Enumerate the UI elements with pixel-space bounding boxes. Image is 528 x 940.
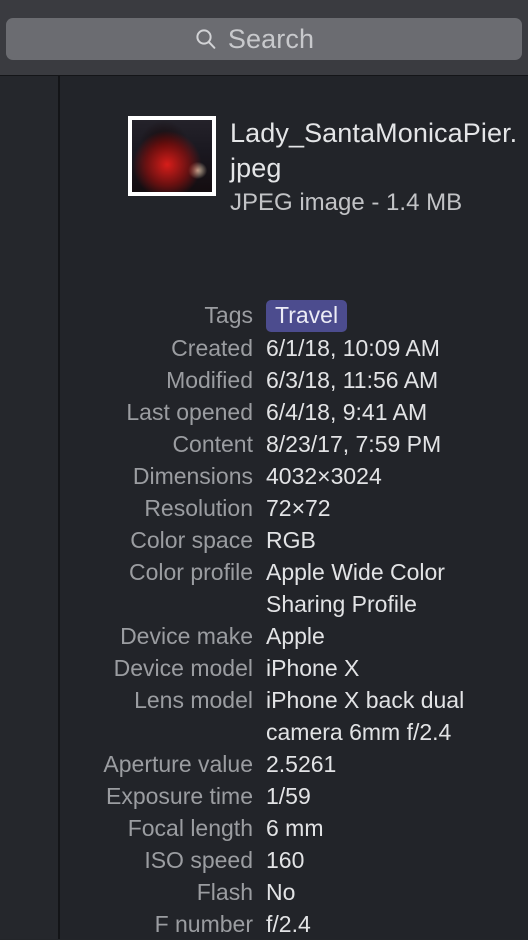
metadata-row: Modified 6/3/18, 11:56 AM bbox=[60, 364, 528, 396]
metadata-label: Exposure time bbox=[105, 783, 253, 809]
metadata-row: Exposure time 1/59 bbox=[60, 780, 528, 812]
metadata-row: Tags Travel bbox=[60, 298, 528, 332]
metadata-row: Color profile Apple Wide Color Sharing Pr… bbox=[60, 556, 528, 620]
metadata-label: Resolution bbox=[144, 495, 253, 521]
metadata-value: Apple bbox=[266, 623, 325, 649]
metadata-row: Resolution 72×72 bbox=[60, 492, 528, 524]
metadata-row: F number f/2.4 bbox=[60, 908, 528, 940]
metadata-label: Tags bbox=[204, 302, 253, 328]
file-title-block: Lady_SantaMonicaPier.jpeg JPEG image - 1… bbox=[230, 116, 520, 218]
metadata-label: Device make bbox=[120, 623, 253, 649]
metadata-label: F number bbox=[154, 911, 253, 937]
metadata-value: 6 mm bbox=[266, 815, 324, 841]
metadata-label: Color space bbox=[130, 527, 253, 553]
metadata-label: Color profile bbox=[129, 559, 253, 585]
metadata-label: Content bbox=[172, 431, 253, 457]
metadata-row: Aperture value 2.5261 bbox=[60, 748, 528, 780]
metadata-row: ISO speed 160 bbox=[60, 844, 528, 876]
metadata-row: Color space RGB bbox=[60, 524, 528, 556]
metadata-value: iPhone X bbox=[266, 655, 360, 681]
search-placeholder: Search bbox=[227, 23, 315, 54]
metadata-value: 6/3/18, 11:56 AM bbox=[266, 367, 439, 393]
file-thumbnail[interactable] bbox=[128, 116, 216, 196]
metadata-value: iPhone X back dual camera 6mm f/2.4 bbox=[266, 687, 465, 745]
file-header: Lady_SantaMonicaPier.jpeg JPEG image - 1… bbox=[60, 116, 528, 218]
metadata-value: Travel bbox=[266, 299, 528, 332]
metadata-label: Dimensions bbox=[132, 463, 253, 489]
sidebar-strip bbox=[0, 76, 58, 939]
search-icon bbox=[196, 29, 216, 49]
metadata-value: 72×72 bbox=[266, 495, 331, 521]
metadata-value: No bbox=[266, 879, 296, 905]
metadata-label: Aperture value bbox=[103, 751, 253, 777]
metadata-value: f/2.4 bbox=[266, 911, 311, 937]
metadata-label: Focal length bbox=[127, 815, 253, 841]
metadata-label: Last opened bbox=[126, 399, 253, 425]
metadata-table: Tags Travel Created 6/1/18, 10:09 AM Modifie… bbox=[60, 298, 528, 940]
search-input[interactable]: Search bbox=[6, 18, 522, 60]
content-area: Lady_SantaMonicaPier.jpeg JPEG image - 1… bbox=[0, 76, 528, 939]
metadata-row: Lens model iPhone X back dual camera 6mm … bbox=[60, 684, 528, 748]
metadata-value: 1/59 bbox=[266, 783, 311, 809]
metadata-row: Device model iPhone X bbox=[60, 652, 528, 684]
metadata-value: 4032×3024 bbox=[266, 463, 382, 489]
search-field-inner: Search bbox=[194, 24, 314, 55]
metadata-row: Focal length 6 mm bbox=[60, 812, 528, 844]
metadata-label: Created bbox=[171, 335, 253, 361]
tag-chip-travel[interactable]: Travel bbox=[266, 299, 348, 332]
file-kind-size: JPEG image - 1.4 MB bbox=[230, 189, 463, 216]
file-info-inspector: Lady_SantaMonicaPier.jpeg JPEG image - 1… bbox=[60, 76, 528, 939]
metadata-value: 160 bbox=[266, 847, 305, 873]
metadata-row: Dimensions 4032×3024 bbox=[60, 460, 528, 492]
metadata-row: Created 6/1/18, 10:09 AM bbox=[60, 332, 528, 364]
metadata-value: RGB bbox=[266, 527, 316, 553]
metadata-row: Device make Apple bbox=[60, 620, 528, 652]
metadata-row: Flash No bbox=[60, 876, 528, 908]
metadata-value: 8/23/17, 7:59 PM bbox=[266, 431, 442, 457]
metadata-label: Device model bbox=[113, 655, 253, 681]
metadata-label: Flash bbox=[196, 879, 253, 905]
thumbnail-image bbox=[132, 120, 212, 192]
metadata-label: Lens model bbox=[134, 687, 253, 713]
metadata-value: 6/4/18, 9:41 AM bbox=[266, 399, 428, 425]
metadata-label: ISO speed bbox=[144, 847, 253, 873]
metadata-row: Last opened 6/4/18, 9:41 AM bbox=[60, 396, 528, 428]
toolbar: Search bbox=[0, 0, 528, 76]
metadata-row: Content 8/23/17, 7:59 PM bbox=[60, 428, 528, 460]
metadata-value: 2.5261 bbox=[266, 751, 337, 777]
metadata-value: Apple Wide Color Sharing Profile bbox=[266, 559, 445, 617]
metadata-label: Modified bbox=[166, 367, 253, 393]
file-name[interactable]: Lady_SantaMonicaPier.jpeg bbox=[230, 116, 520, 186]
metadata-value: 6/1/18, 10:09 AM bbox=[266, 335, 440, 361]
